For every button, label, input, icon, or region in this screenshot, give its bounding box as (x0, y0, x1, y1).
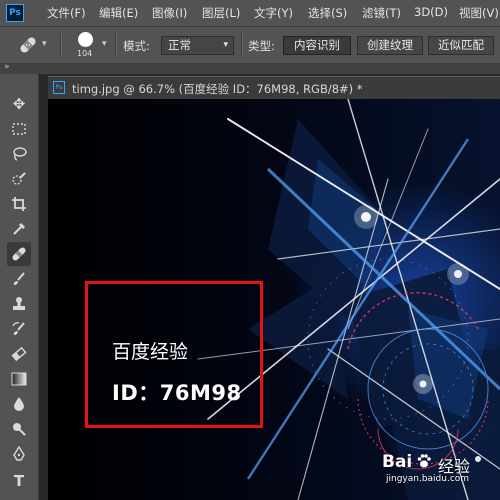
options-divider (115, 33, 117, 57)
move-tool-icon[interactable]: ✥ (7, 92, 31, 116)
lasso-tool-icon[interactable] (7, 142, 31, 166)
spot-healing-brush-icon[interactable] (7, 242, 31, 266)
type-content-aware-button[interactable]: 内容识别 (283, 36, 351, 55)
brush-preview-icon[interactable] (78, 32, 93, 47)
tool-preset-picker[interactable] (18, 35, 38, 55)
menu-image[interactable]: 图像(I) (152, 5, 187, 21)
canvas-text-title: 百度经验 (112, 341, 189, 363)
chevron-down-icon[interactable]: ▾ (42, 39, 47, 49)
mode-select-value: 正常 (168, 38, 191, 52)
gradient-tool-icon[interactable] (7, 367, 31, 391)
type-glyph: T (13, 472, 25, 490)
brush-glyph (13, 272, 25, 285)
baidu-jingyan-watermark: Bai 经验 jingyan.baidu.com (382, 452, 500, 492)
chevron-down-icon[interactable]: ▾ (102, 39, 107, 49)
eraser-glyph (11, 346, 27, 362)
history-brush-glyph (12, 322, 25, 335)
clone-stamp-tool-icon[interactable] (7, 292, 31, 316)
tools-panel: ✥ T (0, 74, 39, 500)
dodge-glyph (13, 423, 26, 436)
menu-3d[interactable]: 3D(D) (414, 5, 448, 19)
options-divider (241, 33, 243, 57)
lasso-glyph (13, 147, 27, 161)
menu-bar: Ps 文件(F) 编辑(E) 图像(I) 图层(L) 文字(Y) 选择(S) 滤… (0, 0, 500, 27)
type-tool-icon[interactable]: T (7, 469, 31, 493)
type-create-texture-button[interactable]: 创建纹理 (357, 36, 423, 55)
type-label: 类型: (248, 39, 275, 53)
document-tab[interactable]: Ps timg.jpg @ 66.7% (百度经验 ID：76M98, RGB/… (48, 76, 500, 99)
move-glyph: ✥ (12, 95, 26, 113)
document-tab-title: timg.jpg @ 66.7% (百度经验 ID：76M98, RGB/8#)… (72, 82, 363, 96)
drop-glyph (14, 397, 24, 411)
mode-select[interactable]: 正常 ▾ (161, 36, 234, 55)
menu-filter[interactable]: 滤镜(T) (362, 5, 401, 21)
marquee-tool-icon[interactable] (7, 117, 31, 141)
brush-size-value: 104 (77, 49, 93, 58)
dodge-tool-icon[interactable] (7, 417, 31, 441)
pen-tool-icon[interactable] (7, 442, 31, 466)
blur-tool-icon[interactable] (7, 392, 31, 416)
options-divider (60, 33, 62, 57)
crop-glyph (12, 197, 26, 211)
menu-type[interactable]: 文字(Y) (254, 5, 293, 21)
photoshop-logo[interactable]: Ps (6, 4, 24, 22)
panel-header-strip: » (0, 62, 500, 74)
psd-file-icon: Ps (53, 81, 65, 94)
brush-tool-icon[interactable] (7, 267, 31, 291)
menu-select[interactable]: 选择(S) (308, 5, 347, 21)
options-bar: ▾ 104 ▾ 模式: 正常 ▾ 类型: 内容识别 创建纹理 近似匹配 (0, 27, 500, 64)
bandage-glyph (12, 247, 26, 261)
menu-file[interactable]: 文件(F) (47, 5, 86, 21)
crop-tool-icon[interactable] (7, 192, 31, 216)
marquee-glyph (12, 123, 26, 135)
quick-select-glyph (12, 172, 26, 185)
collapse-panels-icon[interactable]: » (4, 62, 9, 72)
watermark-brand: Bai (382, 452, 413, 472)
eraser-tool-icon[interactable] (7, 342, 31, 366)
stamp-glyph (13, 297, 25, 310)
eyedropper-glyph (13, 222, 26, 235)
bandage-icon (20, 37, 36, 53)
quick-select-tool-icon[interactable] (7, 167, 31, 191)
menu-layer[interactable]: 图层(L) (202, 5, 240, 21)
type-proximity-match-button[interactable]: 近似匹配 (428, 36, 494, 55)
eyedropper-tool-icon[interactable] (7, 217, 31, 241)
history-brush-icon[interactable] (7, 317, 31, 341)
pen-glyph (13, 446, 25, 461)
canvas-text-id: ID：76M98 (112, 381, 242, 405)
watermark-url: jingyan.baidu.com (386, 474, 470, 484)
menu-edit[interactable]: 编辑(E) (99, 5, 138, 21)
menu-view[interactable]: 视图(V) (459, 5, 499, 21)
mode-label: 模式: (123, 39, 150, 53)
chevron-down-icon: ▾ (223, 40, 228, 50)
gradient-glyph (11, 372, 27, 386)
baidu-paw-icon (417, 454, 431, 468)
